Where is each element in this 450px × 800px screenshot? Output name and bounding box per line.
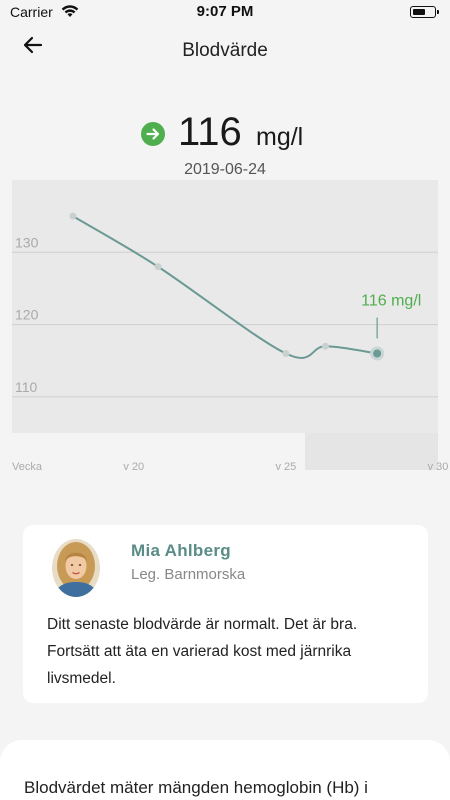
blood-value-chart: 130 120 110 Vecka v 20 v 25 v 30 116 mg/l (12, 180, 449, 473)
arrow-right-icon (141, 122, 165, 146)
status-bar: Carrier 9:07 PM (0, 0, 450, 24)
midwife-message: Ditt senaste blodvärde är normalt. Det ä… (47, 616, 358, 687)
chart-y-tick-label: 110 (15, 379, 38, 395)
chart-point (321, 342, 329, 350)
chart-x-tick-label: v 25 (275, 461, 296, 473)
chart-x-axis-label: Vecka (12, 461, 43, 473)
midwife-role: Leg. Barnmorska (131, 566, 246, 583)
chart-point-latest (373, 349, 382, 358)
chart-point (154, 263, 162, 271)
chart-annotation-label: 116 mg/l (361, 292, 421, 309)
chart-y-tick-label: 120 (15, 307, 39, 323)
avatar (52, 539, 100, 597)
latest-date: 2019-06-24 (184, 161, 266, 178)
chart-y-tick-label: 130 (15, 234, 39, 250)
midwife-card: Mia Ahlberg Leg. Barnmorska Ditt senaste… (23, 525, 428, 703)
info-sheet-text: Blodvärdet mäter mängden hemoglobin (Hb)… (24, 778, 368, 797)
chart-point (69, 212, 77, 220)
chart-x-tick-label: v 20 (123, 461, 144, 473)
chart-x-tick-label: v 30 (428, 461, 449, 473)
chart-highlight-band (305, 433, 438, 470)
latest-unit: mg/l (256, 123, 304, 151)
midwife-name: Mia Ahlberg (131, 541, 231, 560)
page-title: Blodvärde (182, 40, 268, 61)
chart-point (282, 349, 290, 357)
battery-icon (410, 6, 439, 18)
clock: 9:07 PM (196, 3, 254, 20)
info-sheet[interactable]: Blodvärdet mäter mängden hemoglobin (Hb)… (0, 740, 450, 800)
latest-value: 116 (178, 110, 242, 154)
